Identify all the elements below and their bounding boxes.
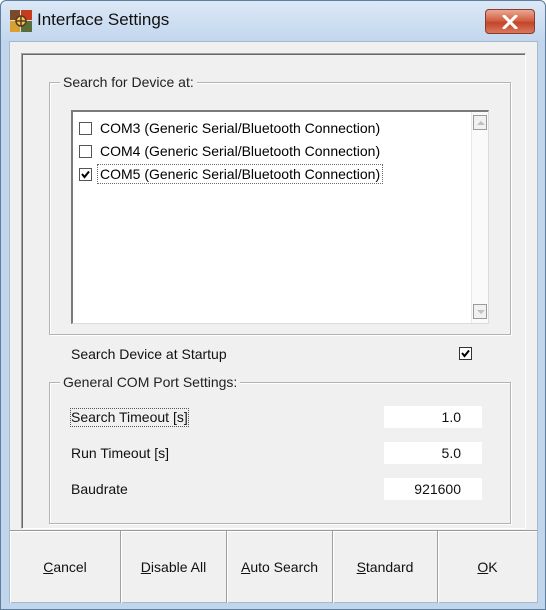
startup-search-label: Search Device at Startup bbox=[71, 346, 227, 362]
port-checkbox-com3[interactable] bbox=[79, 122, 92, 135]
port-label-com4: COM4 (Generic Serial/Bluetooth Connectio… bbox=[100, 143, 381, 159]
port-item-com5[interactable]: COM5 (Generic Serial/Bluetooth Connectio… bbox=[79, 164, 459, 187]
startup-search-checkbox[interactable] bbox=[459, 347, 472, 360]
port-checkbox-com4[interactable] bbox=[79, 145, 92, 158]
checkmark-icon bbox=[81, 170, 90, 179]
disable-all-button[interactable]: Disable All bbox=[121, 531, 227, 603]
auto-search-button[interactable]: Auto Search bbox=[227, 531, 333, 603]
baudrate-label: Baudrate bbox=[71, 481, 128, 497]
interface-settings-window: Interface Settings Search for Device at:… bbox=[0, 0, 546, 610]
ok-access-key: O bbox=[477, 559, 489, 575]
ok-button[interactable]: OK bbox=[438, 531, 537, 603]
disable-all-label: isable All bbox=[150, 559, 207, 575]
settings-panel: Search for Device at: COM3 (Generic Seri… bbox=[21, 53, 526, 529]
standard-button[interactable]: Standard bbox=[333, 531, 438, 603]
button-row: Cancel Disable All Auto Search Standard … bbox=[10, 530, 537, 603]
auto-search-label: uto Search bbox=[250, 559, 319, 575]
com-settings-legend: General COM Port Settings: bbox=[60, 374, 241, 390]
search-device-legend: Search for Device at: bbox=[60, 74, 197, 90]
close-button[interactable] bbox=[485, 9, 535, 34]
search-device-group: Search for Device at: COM3 (Generic Seri… bbox=[49, 74, 511, 335]
vertical-scrollbar[interactable] bbox=[471, 112, 488, 323]
checkmark-icon bbox=[461, 349, 470, 358]
scroll-up-button[interactable] bbox=[473, 115, 487, 130]
run-timeout-label: Run Timeout [s] bbox=[71, 445, 170, 461]
port-label-com3: COM3 (Generic Serial/Bluetooth Connectio… bbox=[100, 120, 381, 136]
search-timeout-field[interactable]: 1.0 bbox=[384, 406, 482, 428]
com-settings-group: General COM Port Settings: Search Timeou… bbox=[49, 374, 511, 524]
baudrate-field[interactable]: 921600 bbox=[384, 478, 482, 500]
cancel-access-key: C bbox=[43, 559, 54, 575]
port-checkbox-com5[interactable] bbox=[79, 168, 92, 181]
scroll-down-button[interactable] bbox=[473, 304, 487, 319]
title-bar[interactable]: Interface Settings bbox=[1, 1, 545, 40]
port-item-com4[interactable]: COM4 (Generic Serial/Bluetooth Connectio… bbox=[79, 142, 459, 164]
disable-all-access-key: D bbox=[140, 559, 151, 575]
run-timeout-field[interactable]: 5.0 bbox=[384, 442, 482, 464]
arrow-down-icon bbox=[477, 310, 485, 314]
dialog-client-area: Search for Device at: COM3 (Generic Seri… bbox=[9, 41, 538, 603]
arrow-up-icon bbox=[477, 121, 485, 125]
standard-access-key: S bbox=[356, 559, 366, 575]
ok-label: K bbox=[488, 559, 498, 575]
port-label-com5: COM5 (Generic Serial/Bluetooth Connectio… bbox=[96, 164, 384, 184]
close-icon bbox=[502, 15, 518, 29]
cancel-button[interactable]: Cancel bbox=[10, 531, 121, 603]
search-timeout-label: Search Timeout [s] bbox=[70, 408, 189, 427]
window-title: Interface Settings bbox=[37, 10, 170, 29]
port-item-com3[interactable]: COM3 (Generic Serial/Bluetooth Connectio… bbox=[79, 119, 459, 141]
port-listbox[interactable]: COM3 (Generic Serial/Bluetooth Connectio… bbox=[71, 110, 489, 324]
auto-search-access-key: A bbox=[240, 559, 251, 575]
standard-label: tandard bbox=[365, 559, 414, 575]
app-logo-icon bbox=[10, 10, 32, 32]
cancel-label: ancel bbox=[53, 559, 87, 575]
